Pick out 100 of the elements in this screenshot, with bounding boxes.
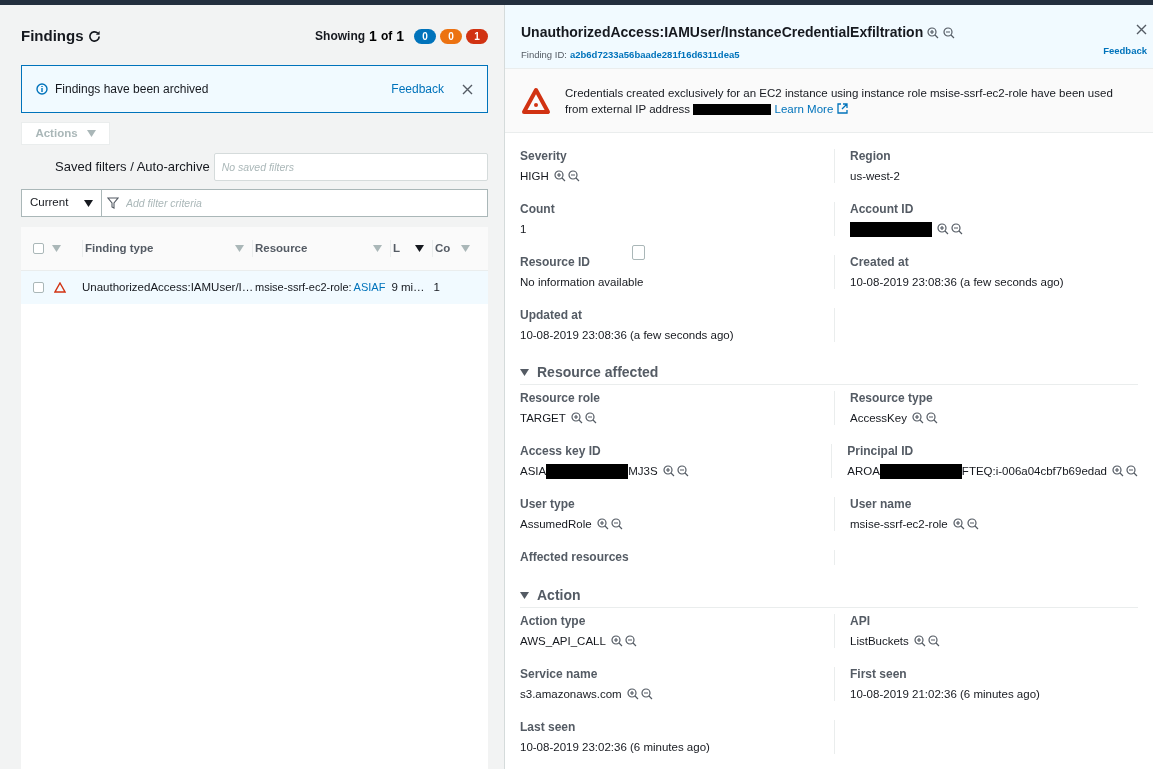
table-cell-text: 1 [432, 279, 441, 295]
feedback-link[interactable]: Feedback [391, 80, 444, 98]
external-link-icon [837, 102, 849, 114]
table-row[interactable]: UnauthorizedAccess:IAMUser/I…msise-ssrf-ec2-role: ASIAF 9 mi… 1 [21, 271, 488, 304]
field-label: API [850, 614, 871, 629]
zoom-in-icon[interactable] [927, 26, 940, 39]
zoom-in-icon[interactable] [937, 223, 949, 235]
caret-icon [52, 245, 61, 252]
field-label: Account ID [850, 202, 915, 217]
zoom-out-icon[interactable] [640, 688, 653, 700]
field-value: AWS_API_CALL [520, 634, 606, 648]
field-label: Updated at [520, 308, 583, 323]
field-label: Resource role [520, 391, 602, 406]
zoom-out-icon[interactable] [951, 223, 963, 235]
caret-icon [520, 369, 529, 376]
refresh-icon[interactable] [87, 29, 101, 43]
field-label: Principal ID [847, 444, 915, 459]
learn-more-link[interactable]: Learn More [774, 102, 834, 115]
zoom-out-icon[interactable] [610, 518, 623, 530]
field-label: Count [520, 202, 556, 217]
field-value: ASIA [520, 464, 547, 478]
field-value: MJ3S [628, 464, 658, 478]
field-label: Resource ID [520, 255, 592, 270]
caret-icon [520, 592, 529, 599]
zoom-out-icon[interactable] [1126, 465, 1138, 477]
zoom-out-icon[interactable] [584, 412, 597, 424]
field-value: s3.amazonaws.com [520, 687, 622, 701]
close-icon[interactable] [462, 83, 473, 95]
column-header[interactable]: Co [432, 239, 478, 258]
field-label: Affected resources [520, 550, 630, 565]
zoom-out-icon[interactable] [927, 635, 940, 647]
field-label: Severity [520, 149, 568, 164]
warning-icon [54, 282, 66, 293]
row-checkbox[interactable] [33, 282, 44, 293]
resource-link[interactable]: ASIAF [353, 279, 386, 296]
field-value: 10-08-2019 23:08:36 (a few seconds ago) [850, 275, 1064, 289]
caret-icon [86, 130, 96, 137]
checkbox[interactable] [632, 245, 645, 260]
zoom-in-icon[interactable] [570, 412, 583, 424]
select-all-checkbox[interactable] [33, 243, 44, 254]
field-value: ListBuckets [850, 634, 909, 648]
column-header[interactable]: L [390, 239, 432, 258]
finding-title: UnauthorizedAccess:IAMUser/InstanceCredentialExfiltration [521, 23, 924, 42]
field-value: 10-08-2019 23:08:36 (a few seconds ago) [520, 328, 734, 342]
zoom-in-icon[interactable] [1112, 465, 1124, 477]
field-value: TARGET [520, 411, 566, 425]
panel-title: Findings [21, 25, 84, 46]
zoom-in-icon[interactable] [610, 635, 623, 647]
field-value: 10-08-2019 21:02:36 (6 minutes ago) [850, 687, 1040, 701]
field-label: Created at [850, 255, 910, 270]
table-cell-text: UnauthorizedAccess:IAMUser/I… [82, 279, 252, 295]
section-header[interactable]: Action [520, 584, 1138, 608]
alert-text: Credentials created exclusively for an EC2 instance using instance role msise-ssrf-ec2-role have been used from external IP address Learn More [565, 85, 1114, 117]
zoom-out-icon[interactable] [624, 635, 637, 647]
field-label: Service name [520, 667, 599, 682]
showing-count: 1 [369, 26, 377, 46]
count-badge: 0 [440, 28, 462, 44]
field-value: FTEQ:i-006a04cbf7b69edad [961, 464, 1107, 478]
field-value: 10-08-2019 23:02:36 (6 minutes ago) [520, 740, 710, 754]
zoom-out-icon[interactable] [925, 412, 938, 424]
table-cell-text: 9 mi… [391, 279, 426, 295]
zoom-in-icon[interactable] [952, 518, 965, 530]
feedback-link[interactable]: Feedback [1103, 44, 1147, 59]
of-label: of [380, 28, 393, 45]
caret-icon [235, 245, 244, 252]
showing-label: Showing [315, 28, 366, 45]
count-badge: 0 [414, 28, 436, 44]
zoom-out-icon[interactable] [676, 465, 689, 477]
zoom-out-icon[interactable] [966, 518, 979, 530]
column-header[interactable]: Resource [252, 239, 390, 258]
field-label: Resource type [850, 391, 934, 406]
field-value: 1 [520, 222, 527, 236]
zoom-in-icon[interactable] [913, 635, 926, 647]
finding-id-label: Finding ID: [521, 48, 567, 62]
field-value: msise-ssrf-ec2-role [850, 517, 948, 531]
field-label: User type [520, 497, 576, 512]
zoom-out-icon[interactable] [943, 26, 956, 39]
zoom-in-icon[interactable] [626, 688, 639, 700]
finding-id: a2b6d7233a56baade281f16d6311dea5 [569, 48, 740, 62]
zoom-out-icon[interactable] [567, 170, 580, 182]
table-cell-text: msise-ssrf-ec2-role: [255, 280, 352, 296]
zoom-in-icon[interactable] [596, 518, 609, 530]
field-value: us-west-2 [850, 169, 900, 183]
zoom-in-icon[interactable] [553, 170, 566, 182]
zoom-in-icon[interactable] [911, 412, 924, 424]
saved-filters-field[interactable]: No saved filters [213, 153, 488, 181]
field-value: AssumedRole [520, 517, 592, 531]
field-value: HIGH [520, 169, 549, 183]
count-badge: 1 [466, 28, 488, 44]
close-icon[interactable] [1136, 24, 1147, 35]
field-value: AROA [847, 464, 880, 478]
showing-total: 1 [396, 26, 404, 46]
section-header[interactable]: Resource affected [520, 361, 1138, 385]
caret-icon [415, 245, 424, 252]
notice-text: Findings have been archived [55, 81, 209, 98]
caret-icon [373, 245, 382, 252]
field-label: Last seen [520, 720, 577, 735]
caret-icon [461, 245, 470, 252]
column-header[interactable]: Finding type [82, 239, 252, 258]
zoom-in-icon[interactable] [662, 465, 675, 477]
